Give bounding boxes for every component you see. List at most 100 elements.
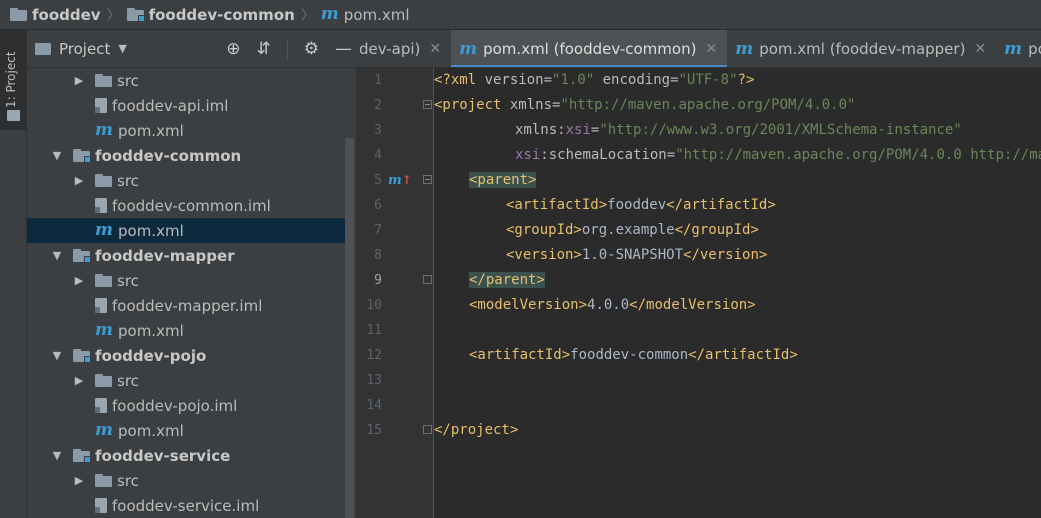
line-number: 2 (374, 98, 382, 113)
folder-icon (7, 110, 20, 121)
code-editor[interactable]: <?xml version="1.0" encoding="UTF-8"?> <… (434, 68, 1041, 518)
module-folder-icon (73, 249, 91, 263)
tool-window-stripe: 1: Project (0, 30, 27, 518)
folder-icon (95, 474, 112, 487)
close-icon[interactable]: ✕ (974, 41, 986, 57)
tree-row[interactable]: m pom.xml (27, 218, 345, 243)
chevron-right-icon[interactable]: ▶ (73, 74, 85, 87)
fold-marker-icon[interactable] (423, 425, 432, 434)
iml-file-icon (95, 298, 107, 313)
tree-row-label: fooddev-service (95, 446, 231, 465)
tab-pom-next[interactable]: m pom (996, 30, 1041, 67)
tree-row-label: fooddev-common.iml (112, 196, 271, 215)
tree-row[interactable]: fooddev-service.iml (27, 493, 345, 518)
code-line-8: <version>1.0-SNAPSHOT</version> (506, 247, 768, 263)
editor-tabs: dev-api) ✕ m pom.xml (fooddev-common) ✕ … (356, 30, 1041, 68)
tree-row-label: src (117, 471, 139, 490)
tree-module-row[interactable]: ▼ fooddev-pojo (27, 343, 345, 368)
tree-row[interactable]: m pom.xml (27, 418, 345, 443)
code-line-3: xmlns:xsi="http://www.w3.org/2001/XMLSch… (515, 122, 962, 138)
tree-row-label: src (117, 271, 139, 290)
tree-row[interactable]: ▶ src (27, 468, 345, 493)
tree-row[interactable]: fooddev-common.iml (27, 193, 345, 218)
chevron-right-icon[interactable]: ▶ (73, 274, 85, 287)
close-icon[interactable]: ✕ (705, 41, 717, 57)
tree-row-label: fooddev-api.iml (112, 96, 229, 115)
breadcrumb-separator: 〉 (300, 7, 315, 24)
tree-row[interactable]: ▶ src (27, 368, 345, 393)
tree-row[interactable]: ▶ src (27, 168, 345, 193)
iml-file-icon (95, 398, 107, 413)
folder-icon (95, 274, 112, 287)
code-line-7: <groupId>org.example</groupId> (506, 222, 759, 238)
line-number: 4 (374, 148, 382, 163)
project-tree: ▶ src fooddev-api.iml m pom.xml ▼ fooddev-comm… (27, 68, 345, 518)
chevron-down-icon[interactable]: ▼ (51, 249, 63, 262)
chevron-right-icon[interactable]: ▶ (73, 474, 85, 487)
close-icon[interactable]: ✕ (429, 41, 441, 57)
project-folder-icon (35, 42, 51, 55)
maven-parent-gutter-icon[interactable]: m↑ (388, 173, 412, 188)
code-line-9: </parent> (469, 272, 545, 288)
tree-row[interactable]: ▶ src (27, 268, 345, 293)
breadcrumb-item-root[interactable]: fooddev (10, 6, 101, 24)
tree-row[interactable]: m pom.xml (27, 318, 345, 343)
maven-icon: m (1004, 38, 1023, 59)
iml-file-icon (95, 498, 107, 513)
tree-module-row[interactable]: ▼ fooddev-common (27, 143, 345, 168)
module-folder-icon (73, 449, 91, 463)
line-number: 1 (374, 73, 382, 88)
folder-icon (10, 8, 27, 21)
project-view-selector[interactable]: Project (59, 40, 110, 58)
breadcrumb-item-module[interactable]: fooddev-common (126, 6, 295, 24)
tree-row[interactable]: fooddev-mapper.iml (27, 293, 345, 318)
tab-fooddev-api[interactable]: dev-api) ✕ (356, 30, 451, 67)
tab-pom-fooddev-mapper[interactable]: m pom.xml (fooddev-mapper) ✕ (727, 30, 996, 67)
tree-row-label: fooddev-pojo (95, 346, 207, 365)
code-line-4: xsi:schemaLocation="http://maven.apache.… (515, 147, 1041, 163)
settings-gear-icon[interactable]: ⚙ (304, 39, 319, 59)
locate-icon[interactable]: ⊕ (226, 39, 240, 59)
tree-row-label: fooddev-mapper.iml (112, 296, 263, 315)
code-line-12: <artifactId>fooddev-common</artifactId> (469, 347, 798, 363)
collapse-icon[interactable]: ⇵ (257, 39, 271, 59)
chevron-down-icon[interactable]: ▼ (51, 349, 63, 362)
tree-module-row[interactable]: ▼ fooddev-mapper (27, 243, 345, 268)
breadcrumb-separator: 〉 (106, 7, 121, 24)
line-number: 12 (366, 348, 382, 363)
tree-row[interactable]: fooddev-pojo.iml (27, 393, 345, 418)
chevron-down-icon[interactable]: ▼ (51, 449, 63, 462)
scrollbar-thumb[interactable] (345, 138, 354, 518)
tree-module-row[interactable]: ▼ fooddev-service (27, 443, 345, 468)
fold-marker-icon[interactable] (423, 175, 432, 184)
folder-icon (95, 374, 112, 387)
module-folder-icon (73, 349, 91, 363)
line-number: 7 (374, 223, 382, 238)
line-number: 5 (374, 173, 382, 188)
fold-marker-icon[interactable] (423, 275, 432, 284)
tree-row[interactable]: m pom.xml (27, 118, 345, 143)
line-number: 10 (366, 298, 382, 313)
line-number: 14 (366, 398, 382, 413)
breadcrumb-item-file[interactable]: m pom.xml (321, 6, 410, 24)
maven-icon: m (95, 420, 113, 440)
code-line-6: <artifactId>fooddev</artifactId> (506, 197, 776, 213)
chevron-right-icon[interactable]: ▶ (73, 174, 85, 187)
line-number: 8 (374, 248, 382, 263)
fold-marker-icon[interactable] (423, 100, 432, 109)
chevron-down-icon[interactable]: ▼ (118, 42, 126, 55)
tree-row-label: pom.xml (118, 221, 184, 240)
line-number: 11 (366, 323, 382, 338)
tree-row-label: fooddev-mapper (95, 246, 235, 265)
tree-row[interactable]: fooddev-api.iml (27, 93, 345, 118)
project-panel: Project ▼ ⊕ ⇵ ⚙ — ▶ src fooddev-api.iml m po… (27, 30, 356, 518)
tree-row[interactable]: ▶ src (27, 68, 345, 93)
hide-icon[interactable]: — (335, 39, 352, 59)
tab-pom-fooddev-common[interactable]: m pom.xml (fooddev-common) ✕ (451, 30, 728, 67)
tree-row-label: src (117, 371, 139, 390)
maven-icon: m (459, 38, 478, 59)
chevron-right-icon[interactable]: ▶ (73, 374, 85, 387)
tree-row-label: src (117, 71, 139, 90)
project-tool-tab[interactable]: 1: Project (0, 30, 27, 130)
chevron-down-icon[interactable]: ▼ (51, 149, 63, 162)
